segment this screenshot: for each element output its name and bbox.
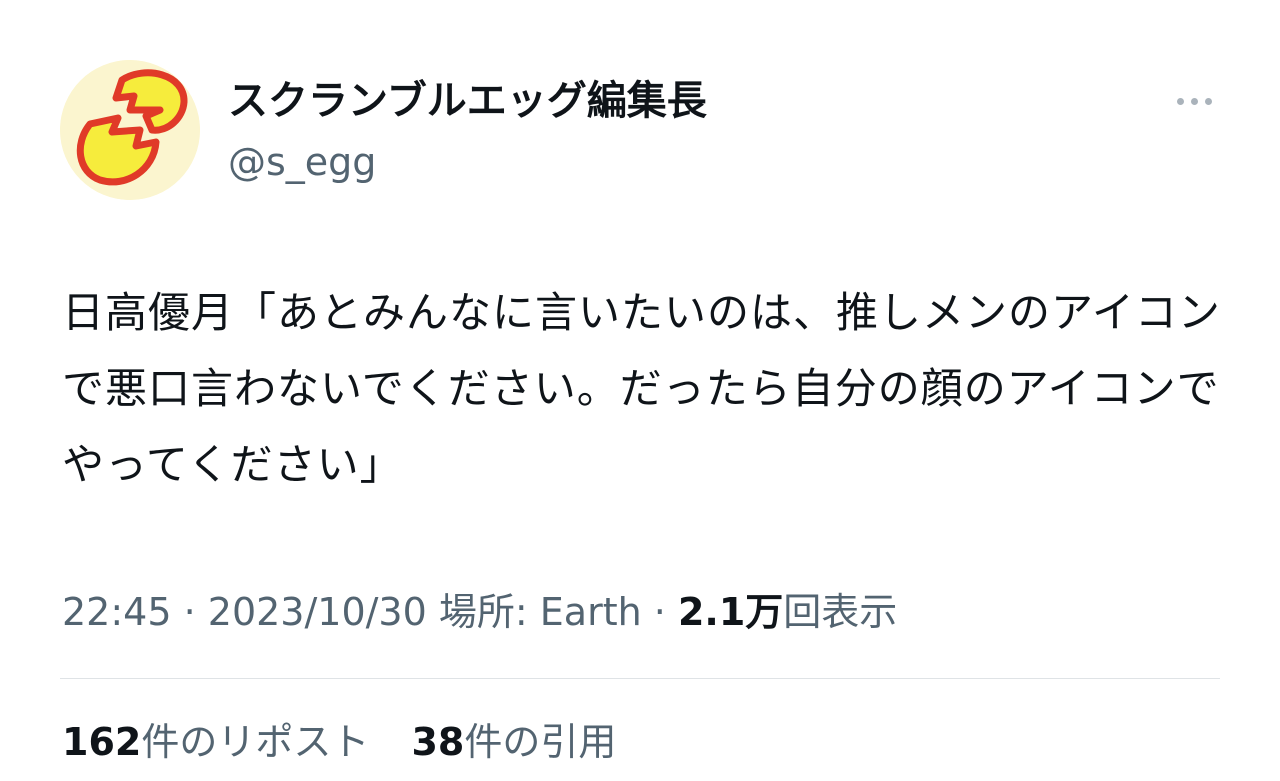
reposts-label: 件のリポスト — [141, 720, 370, 764]
more-horizontal-icon — [1190, 97, 1198, 105]
views-count: 2.1万 — [677, 590, 784, 634]
meta-separator: · — [171, 590, 208, 634]
quotes-label: 件の引用 — [464, 720, 617, 764]
location-value: Earth — [539, 590, 642, 634]
tweet-date[interactable]: 2023/10/30 — [208, 590, 427, 634]
more-horizontal-icon — [1176, 97, 1184, 105]
location-label: 場所: — [438, 590, 540, 634]
views-label: 回表示 — [783, 590, 898, 634]
author-handle[interactable]: @s_egg — [228, 138, 376, 186]
more-options-button[interactable] — [1166, 84, 1222, 118]
more-horizontal-icon — [1204, 97, 1212, 105]
cracked-egg-logo-icon — [60, 60, 200, 200]
author-display-name[interactable]: スクランブルエッグ編集長 — [228, 76, 707, 126]
reposts-stat[interactable]: 162件のリポスト — [62, 712, 369, 772]
engagement-stats: 162件のリポスト 38件の引用 — [62, 712, 646, 772]
tweet-meta: 22:45 · 2023/10/30 場所: Earth · 2.1万回表示 — [62, 584, 897, 640]
reposts-count: 162 — [62, 720, 142, 764]
tweet-time[interactable]: 22:45 — [62, 590, 172, 634]
tweet-text: 日高優月「あとみんなに言いたいのは、推しメンのアイコンで悪口言わないでください。… — [62, 288, 1221, 489]
quotes-stat[interactable]: 38件の引用 — [411, 712, 616, 772]
meta-separator: · — [641, 590, 678, 634]
quotes-count: 38 — [411, 720, 465, 764]
divider — [60, 678, 1220, 679]
avatar[interactable] — [60, 60, 200, 200]
tweet-detail: スクランブルエッグ編集長 @s_egg 日高優月「あとみんなに言いたいのは、推し… — [0, 0, 1280, 781]
